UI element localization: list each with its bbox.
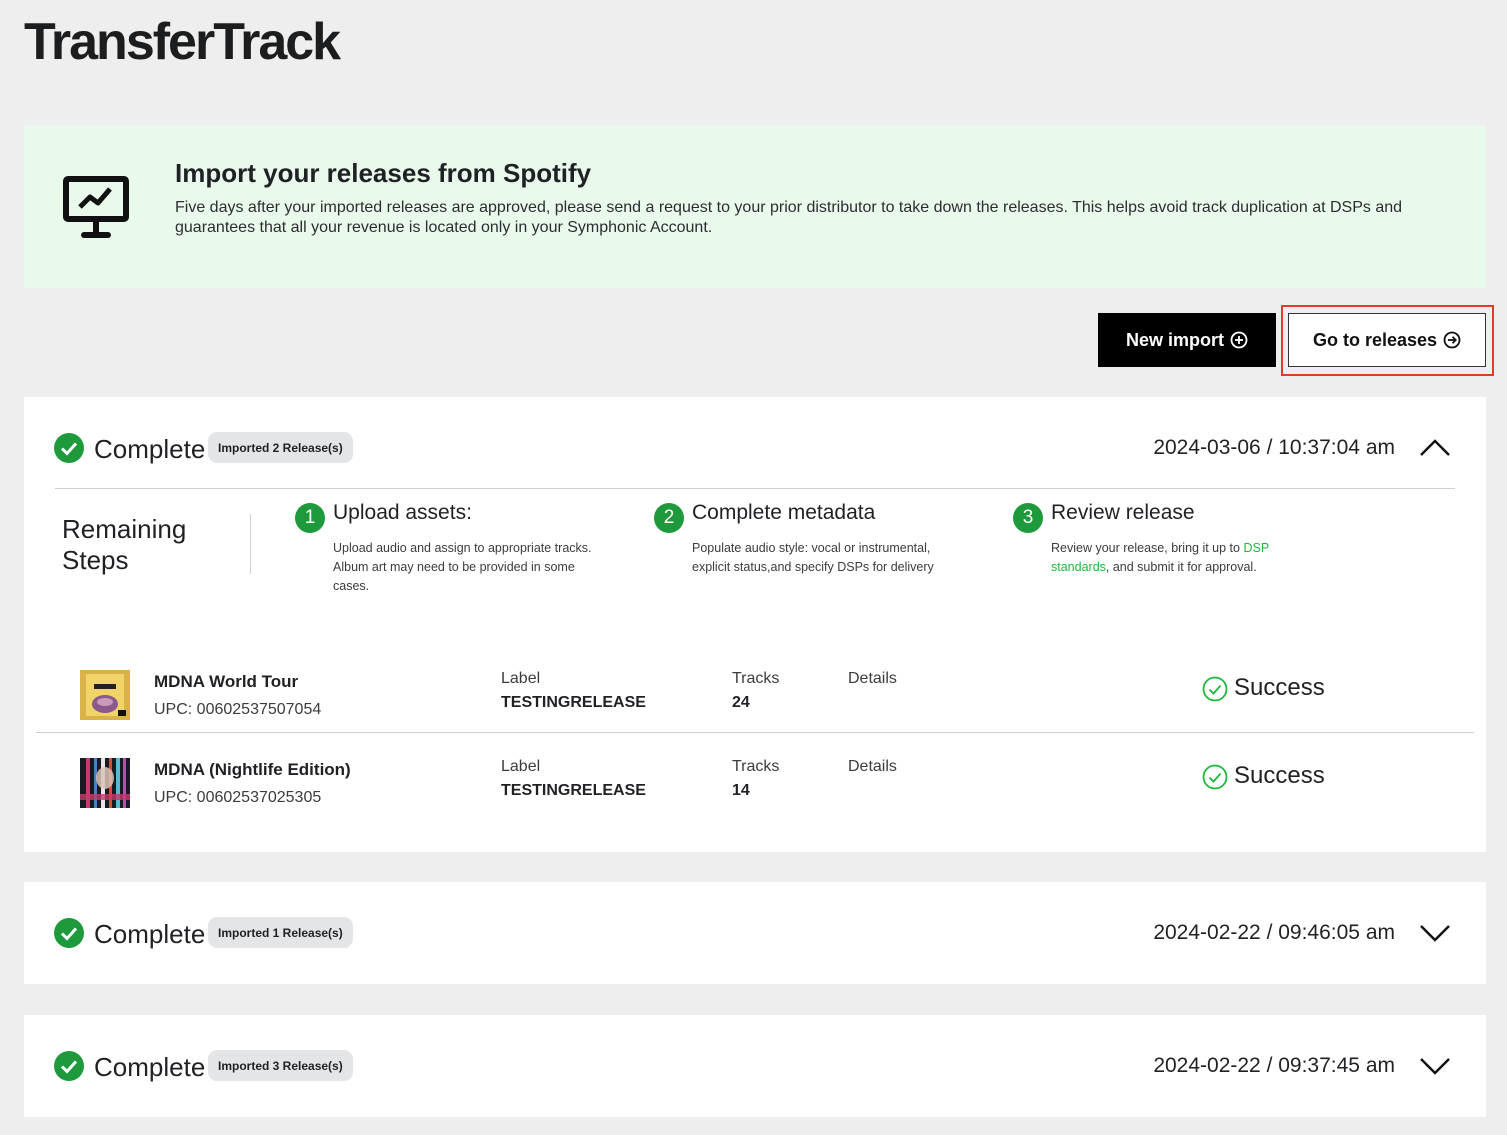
label-value: TESTINGRELEASE: [501, 782, 646, 799]
check-circle-outline-icon: [1202, 764, 1228, 790]
release-upc: UPC: 00602537507054: [154, 701, 322, 718]
album-cover: [80, 670, 130, 720]
release-title: MDNA World Tour: [154, 672, 299, 691]
import-card: Complete Imported 1 Release(s) 2024-02-2…: [24, 882, 1486, 984]
release-row: MDNA (Nightlife Edition) UPC: 0060253702…: [24, 758, 1486, 846]
details-header: Details: [848, 670, 897, 687]
label-value: TESTINGRELEASE: [501, 694, 646, 711]
tracks-header: Tracks: [732, 670, 780, 687]
chevron-down-icon[interactable]: [1419, 924, 1451, 944]
release-status: Success: [1234, 762, 1325, 789]
release-upc: UPC: 00602537025305: [154, 789, 322, 806]
step-number: 1: [295, 503, 325, 533]
import-timestamp: 2024-02-22 / 09:37:45 am: [1153, 1054, 1395, 1077]
step-number: 2: [654, 503, 684, 533]
import-card: Complete Imported 2 Release(s) 2024-03-0…: [24, 397, 1486, 852]
step-description: Review your release, bring it up to DSP …: [1051, 541, 1269, 574]
details-header: Details: [848, 758, 897, 775]
step-number: 3: [1013, 503, 1043, 533]
step-title: Review release: [1051, 501, 1195, 524]
chevron-up-icon[interactable]: [1419, 437, 1451, 457]
tracks-value: 14: [732, 782, 750, 799]
status-badge: Imported 2 Release(s): [208, 432, 353, 463]
new-import-button[interactable]: New import: [1098, 313, 1276, 367]
new-import-label: New import: [1125, 329, 1224, 350]
status-badge: Imported 3 Release(s): [208, 1050, 353, 1081]
plus-circle-icon: [1230, 331, 1248, 349]
import-card: Complete Imported 3 Release(s) 2024-02-2…: [24, 1015, 1486, 1117]
import-timestamp: 2024-03-06 / 10:37:04 am: [1153, 436, 1395, 459]
release-status: Success: [1234, 674, 1325, 701]
chevron-down-icon[interactable]: [1419, 1057, 1451, 1077]
go-to-releases-label: Go to releases: [1312, 329, 1438, 350]
import-card-header[interactable]: Complete Imported 2 Release(s) 2024-03-0…: [24, 397, 1486, 497]
banner-heading: Import your releases from Spotify: [175, 158, 592, 188]
arrow-right-circle-icon: [1443, 331, 1461, 349]
status-text: Complete: [94, 434, 206, 464]
presentation-chart-icon: [63, 176, 129, 238]
step-description: Populate audio style: vocal or instrumen…: [692, 541, 934, 574]
album-cover: [80, 758, 130, 808]
step-description: Upload audio and assign to appropriate t…: [333, 541, 592, 593]
release-title: MDNA (Nightlife Edition): [154, 760, 351, 779]
divider: [250, 514, 251, 574]
step-title: Complete metadata: [692, 501, 876, 524]
status-badge: Imported 1 Release(s): [208, 917, 353, 948]
status-text: Complete: [94, 919, 206, 949]
check-circle-outline-icon: [1202, 676, 1228, 702]
check-circle-icon: [54, 433, 84, 463]
tracks-header: Tracks: [732, 758, 780, 775]
release-row: MDNA World Tour UPC: 00602537507054 Labe…: [24, 670, 1486, 758]
info-banner: Import your releases from Spotify Five d…: [24, 125, 1486, 288]
check-circle-icon: [54, 918, 84, 948]
banner-text: Five days after your imported releases a…: [175, 199, 1403, 236]
divider: [55, 488, 1455, 489]
status-text: Complete: [94, 1052, 206, 1082]
remaining-steps-title: Remaining Steps: [62, 514, 187, 575]
app-title: TransferTrack: [24, 13, 341, 71]
import-card-header[interactable]: Complete Imported 3 Release(s) 2024-02-2…: [24, 1015, 1486, 1115]
import-timestamp: 2024-02-22 / 09:46:05 am: [1153, 921, 1395, 944]
tracks-value: 24: [732, 694, 750, 711]
label-header: Label: [501, 670, 541, 687]
check-circle-icon: [54, 1051, 84, 1081]
import-card-header[interactable]: Complete Imported 1 Release(s) 2024-02-2…: [24, 882, 1486, 982]
label-header: Label: [501, 758, 541, 775]
go-to-releases-button[interactable]: Go to releases: [1288, 313, 1486, 367]
divider: [36, 732, 1474, 733]
step-title: Upload assets:: [333, 501, 472, 524]
